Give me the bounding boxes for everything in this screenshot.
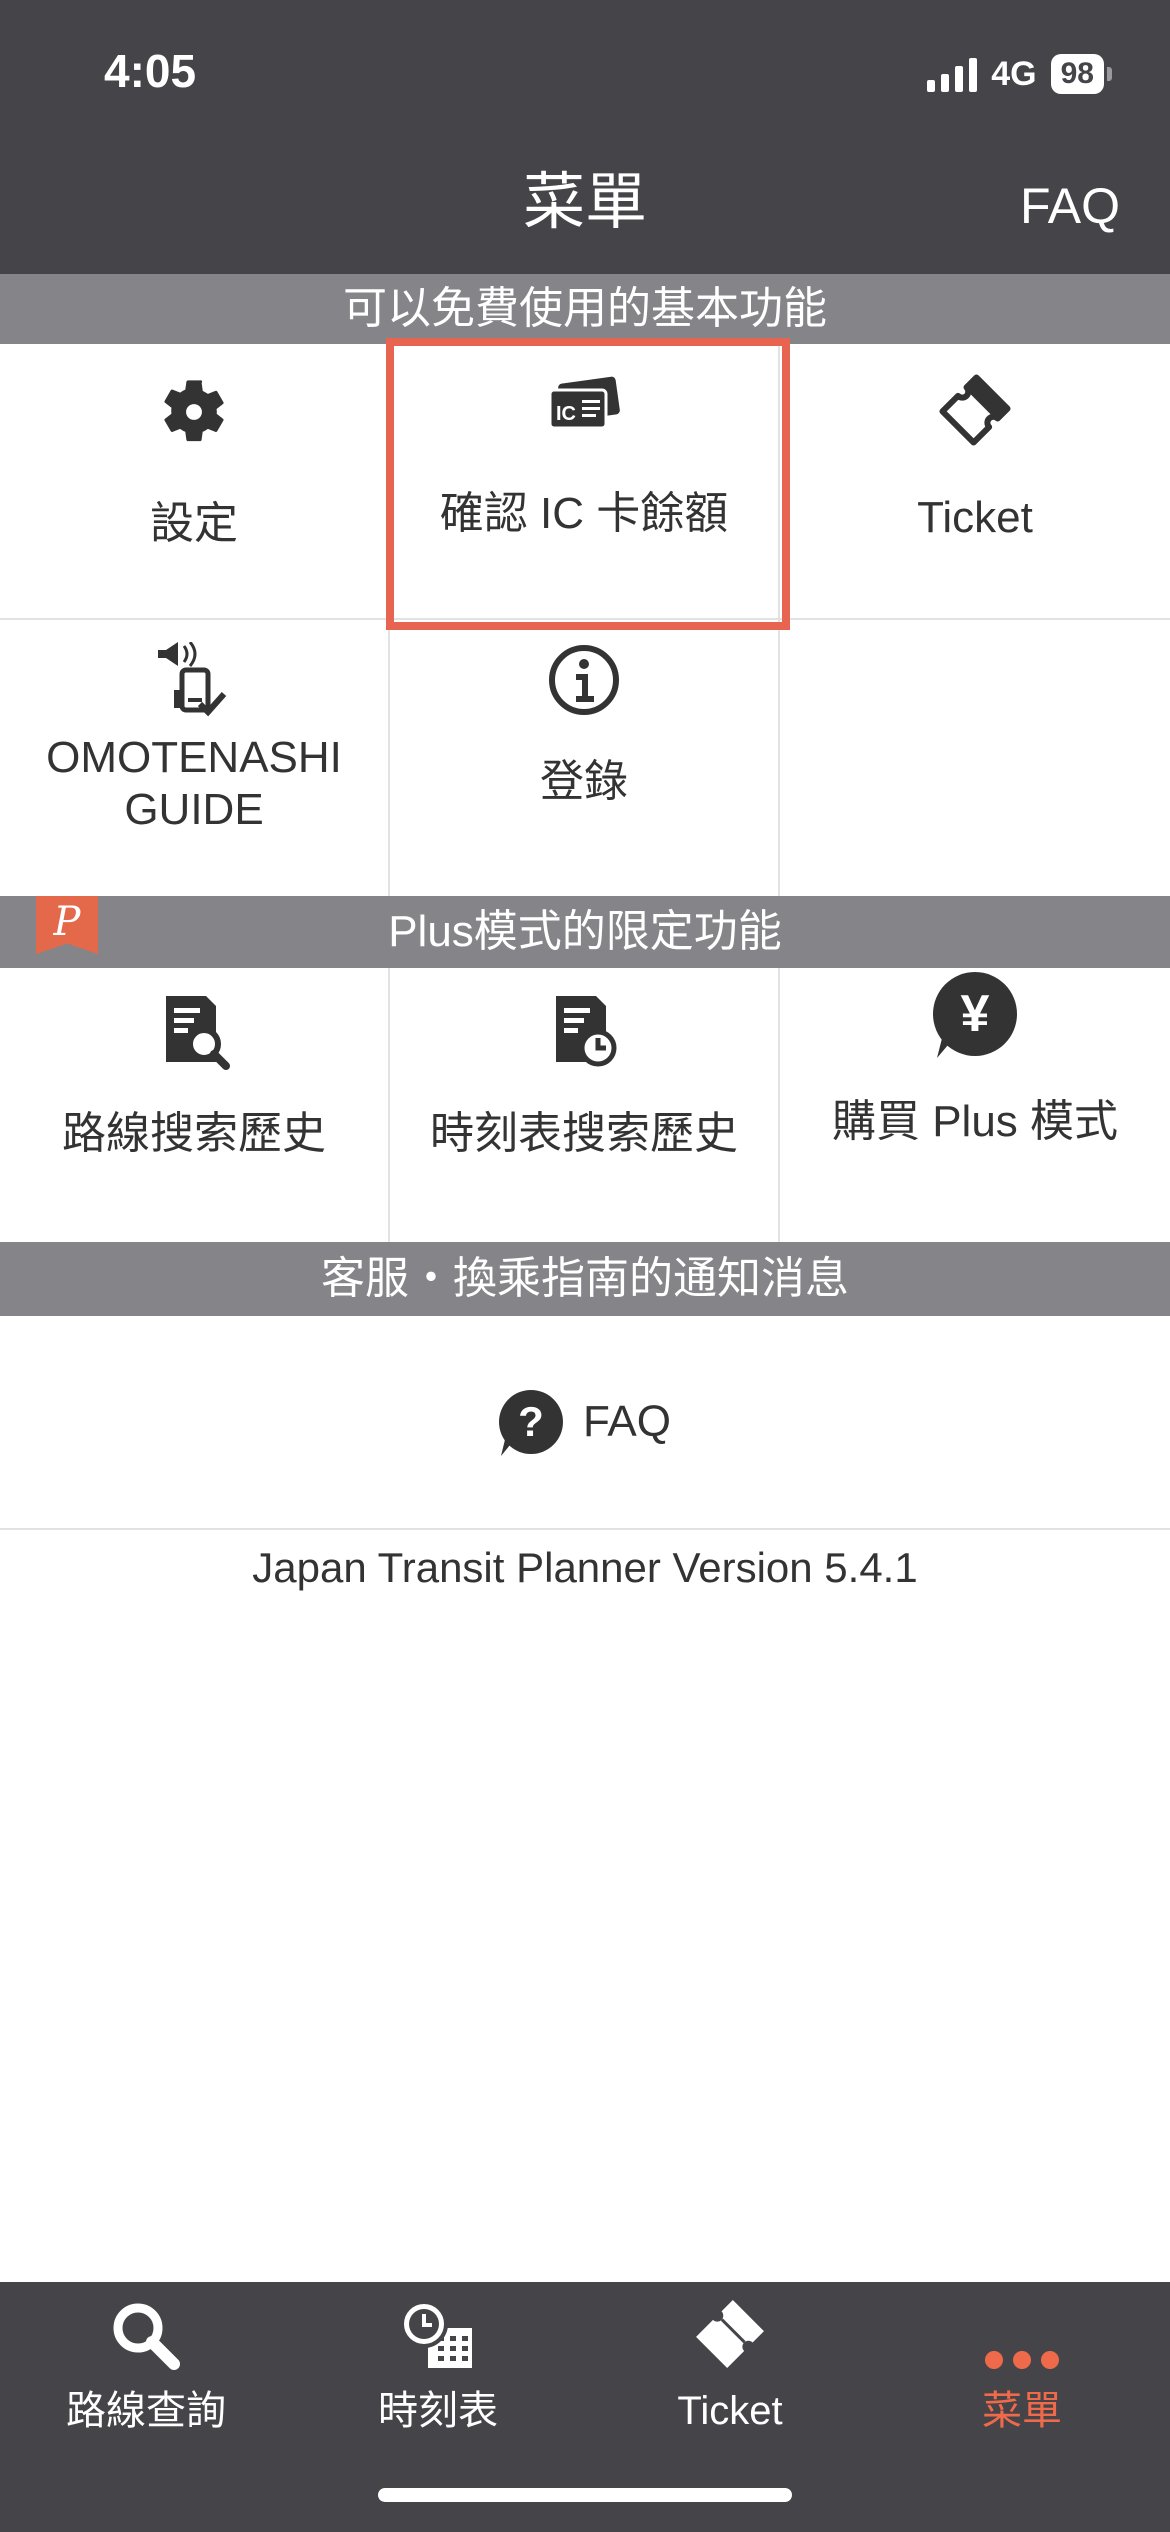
section-header-free: 可以免費使用的基本功能 <box>0 274 1170 344</box>
status-time: 4:05 <box>104 45 197 97</box>
route-history-icon <box>166 996 230 1070</box>
timetable-icon <box>400 2300 472 2368</box>
ticket-icon <box>939 374 1011 446</box>
ticket-button[interactable]: Ticket <box>780 344 1170 618</box>
status-indicators: 4G 98 <box>927 50 1112 98</box>
tab-timetable-label: 時刻表 <box>378 2389 498 2433</box>
yen-glyph: ¥ <box>960 985 990 1043</box>
timetable-history-label: 時刻表搜索歷史 <box>430 1109 738 1158</box>
search-icon <box>113 2303 180 2370</box>
app-version: Japan Transit Planner Version 5.4.1 <box>252 1544 918 1591</box>
settings-label: 設定 <box>150 499 238 548</box>
more-icon <box>985 2351 1059 2369</box>
omotenashi-icon <box>158 642 227 717</box>
menu-screen: 4:05 4G 98 菜單 FAQ 可以免費使用的基本功能 設定 IC 確認 I… <box>0 0 1170 2532</box>
battery-level: 98 <box>1050 54 1104 94</box>
divider <box>778 968 780 1242</box>
gear-icon <box>164 380 224 442</box>
tab-ticket-label: Ticket <box>677 2389 783 2433</box>
settings-button[interactable]: 設定 <box>0 344 388 618</box>
divider <box>388 968 390 1242</box>
divider <box>0 1528 1170 1530</box>
faq-button[interactable]: ? FAQ <box>0 1316 1170 1528</box>
route-history-button[interactable]: 路線搜索歷史 <box>0 968 388 1242</box>
section-title-support: 客服・換乘指南的通知消息 <box>321 1254 849 1303</box>
timetable-history-icon <box>556 996 617 1067</box>
top-bar: 4:05 4G 98 菜單 FAQ <box>0 0 1170 274</box>
tab-route-search-label: 路線查詢 <box>66 2389 226 2433</box>
highlight-box <box>386 338 790 630</box>
section-title-free: 可以免費使用的基本功能 <box>343 284 827 333</box>
tab-timetable[interactable]: 時刻表 <box>292 2282 584 2462</box>
faq-label: FAQ <box>582 1397 672 1446</box>
section-title-plus: Plus模式的限定功能 <box>388 907 782 956</box>
timetable-history-button[interactable]: 時刻表搜索歷史 <box>390 968 778 1242</box>
empty-cell <box>780 620 1170 894</box>
route-history-label: 路線搜索歷史 <box>62 1109 326 1158</box>
register-label: 登錄 <box>540 757 628 806</box>
ticket-label: Ticket <box>917 493 1033 542</box>
page-title: 菜單 <box>522 168 647 237</box>
home-indicator[interactable] <box>378 2488 792 2502</box>
section-header-support: 客服・換乘指南的通知消息 <box>0 1242 1170 1316</box>
question-glyph: ? <box>518 1398 544 1445</box>
omotenashi-label-line2: GUIDE <box>124 785 264 834</box>
signal-icon <box>927 56 978 92</box>
ticket-icon <box>696 2300 764 2368</box>
question-icon: ? <box>498 1390 563 1456</box>
omotenashi-guide-button[interactable]: OMOTENASHI GUIDE <box>0 620 388 894</box>
register-button[interactable]: 登錄 <box>390 620 778 894</box>
yen-icon: ¥ <box>933 972 1017 1058</box>
faq-nav-button[interactable]: FAQ <box>1020 176 1120 236</box>
section-header-plus: P Plus模式的限定功能 <box>0 896 1170 968</box>
battery-icon: 98 <box>1050 54 1112 94</box>
network-type: 4G <box>991 54 1037 93</box>
tab-route-search[interactable]: 路線查詢 <box>0 2282 292 2462</box>
plus-badge-icon: P <box>36 896 98 954</box>
buy-plus-button[interactable]: ¥ 購買 Plus 模式 <box>780 968 1170 1242</box>
tab-menu-label: 菜單 <box>982 2389 1062 2433</box>
tab-menu[interactable]: 菜單 <box>876 2282 1168 2462</box>
tab-ticket[interactable]: Ticket <box>584 2282 876 2462</box>
buy-plus-label: 購買 Plus 模式 <box>831 1097 1119 1146</box>
info-icon <box>549 645 619 715</box>
omotenashi-label-line1: OMOTENASHI <box>46 733 342 782</box>
